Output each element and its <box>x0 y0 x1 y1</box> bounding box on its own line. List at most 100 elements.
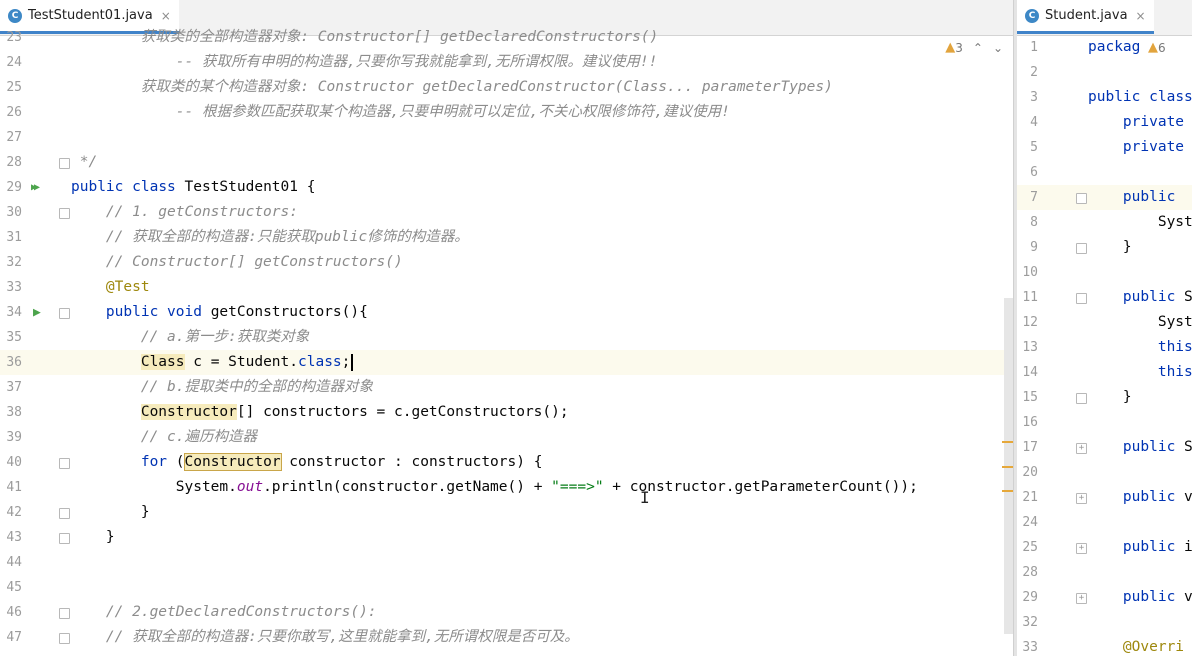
code-line[interactable]: 9 } <box>1017 235 1192 260</box>
error-stripe-mark[interactable] <box>1002 466 1013 468</box>
line-number[interactable]: 42 <box>0 500 22 525</box>
line-number[interactable]: 37 <box>0 375 22 400</box>
code-line[interactable]: 24 -- 获取所有申明的构造器,只要你写我就能拿到,无所谓权限。建议使用!! <box>0 50 1013 75</box>
code-line[interactable]: 2 <box>1017 60 1192 85</box>
code-line[interactable]: 28 */ <box>0 150 1013 175</box>
code-line[interactable]: 46 // 2.getDeclaredConstructors(): <box>0 600 1013 625</box>
code-line[interactable]: 14 this <box>1017 360 1192 385</box>
line-number[interactable]: 23 <box>0 25 22 50</box>
line-number[interactable]: 31 <box>0 225 22 250</box>
fold-marker-icon[interactable] <box>59 508 70 519</box>
line-number[interactable]: 34 <box>0 300 22 325</box>
line-number[interactable]: 33 <box>0 275 22 300</box>
fold-marker-icon[interactable] <box>59 633 70 644</box>
line-number[interactable]: 2 <box>1017 60 1038 85</box>
chevron-up-icon[interactable]: ⌃ <box>973 41 983 55</box>
line-number[interactable]: 26 <box>0 100 22 125</box>
code-line[interactable]: 28 <box>1017 560 1192 585</box>
line-number[interactable]: 36 <box>0 350 22 375</box>
code-line[interactable]: 4 private <box>1017 110 1192 135</box>
code-line[interactable]: 29 public class TestStudent01 {▶▶ <box>0 175 1013 200</box>
right-code-area[interactable]: 1 packag 2 3 public class 4 private 5 private 6… <box>1017 35 1192 656</box>
line-number[interactable]: 27 <box>0 125 22 150</box>
code-line[interactable]: 34 public void getConstructors(){▶ <box>0 300 1013 325</box>
line-number[interactable]: 38 <box>0 400 22 425</box>
code-line[interactable]: 40 for (Constructor constructor : constr… <box>0 450 1013 475</box>
fold-marker-icon[interactable] <box>59 458 70 469</box>
line-number[interactable]: 32 <box>1017 610 1038 635</box>
code-line[interactable]: 16 <box>1017 410 1192 435</box>
line-number[interactable]: 1 <box>1017 35 1038 60</box>
code-line[interactable]: 20 <box>1017 460 1192 485</box>
close-icon[interactable]: × <box>1136 9 1146 23</box>
warning-icon[interactable]: ▲ 6 <box>1148 40 1166 55</box>
code-line[interactable]: 13 this <box>1017 335 1192 360</box>
code-line[interactable]: 37 // b.提取类中的全部的构造器对象 <box>0 375 1013 400</box>
code-line[interactable]: 10 <box>1017 260 1192 285</box>
left-code-area[interactable]: 23 获取类的全部构造器对象: Constructor[] getDeclare… <box>0 29 1013 656</box>
line-number[interactable]: 28 <box>1017 560 1038 585</box>
fold-marker-icon[interactable] <box>1076 243 1087 254</box>
line-number[interactable]: 35 <box>0 325 22 350</box>
line-number[interactable]: 16 <box>1017 410 1038 435</box>
code-line[interactable]: 27 <box>0 125 1013 150</box>
line-number[interactable]: 9 <box>1017 235 1038 260</box>
fold-marker-icon[interactable] <box>1076 193 1087 204</box>
line-number[interactable]: 10 <box>1017 260 1038 285</box>
code-line[interactable]: 43 } <box>0 525 1013 550</box>
code-line[interactable]: 1 packag <box>1017 35 1192 60</box>
code-line[interactable]: 41 System.out.println(constructor.getNam… <box>0 475 1013 500</box>
line-number[interactable]: 29 <box>1017 585 1038 610</box>
code-line[interactable]: 12 Syst <box>1017 310 1192 335</box>
fold-marker-icon[interactable] <box>59 208 70 219</box>
line-number[interactable]: 3 <box>1017 85 1038 110</box>
code-line[interactable]: 36 Class c = Student.class; <box>0 350 1013 375</box>
line-number[interactable]: 7 <box>1017 185 1038 210</box>
code-line[interactable]: 30 // 1. getConstructors: <box>0 200 1013 225</box>
fold-marker-icon[interactable]: + <box>1076 493 1087 504</box>
code-line[interactable]: 35 // a.第一步:获取类对象 <box>0 325 1013 350</box>
run-all-icon[interactable]: ▶▶ <box>31 175 40 200</box>
code-line[interactable]: 25 public i + <box>1017 535 1192 560</box>
code-line[interactable]: 39 // c.遍历构造器 <box>0 425 1013 450</box>
line-number[interactable]: 21 <box>1017 485 1038 510</box>
line-number[interactable]: 6 <box>1017 160 1038 185</box>
line-number[interactable]: 13 <box>1017 335 1038 360</box>
line-number[interactable]: 43 <box>0 525 22 550</box>
code-line[interactable]: 32 // Constructor[] getConstructors() <box>0 250 1013 275</box>
line-number[interactable]: 29 <box>0 175 22 200</box>
close-icon[interactable]: × <box>161 9 171 23</box>
error-stripe-mark[interactable] <box>1002 441 1013 443</box>
line-number[interactable]: 39 <box>0 425 22 450</box>
line-number[interactable]: 25 <box>0 75 22 100</box>
line-number[interactable]: 46 <box>0 600 22 625</box>
line-number[interactable]: 44 <box>0 550 22 575</box>
fold-marker-icon[interactable] <box>59 608 70 619</box>
code-line[interactable]: 23 获取类的全部构造器对象: Constructor[] getDeclare… <box>0 25 1013 50</box>
line-number[interactable]: 40 <box>0 450 22 475</box>
code-line[interactable]: 45 <box>0 575 1013 600</box>
line-number[interactable]: 5 <box>1017 135 1038 160</box>
line-number[interactable]: 12 <box>1017 310 1038 335</box>
line-number[interactable]: 47 <box>0 625 22 650</box>
code-line[interactable]: 25 获取类的某个构造器对象: Constructor getDeclaredC… <box>0 75 1013 100</box>
line-number[interactable]: 8 <box>1017 210 1038 235</box>
chevron-down-icon[interactable]: ⌄ <box>993 41 1003 55</box>
code-line[interactable]: 15 } <box>1017 385 1192 410</box>
line-number[interactable]: 17 <box>1017 435 1038 460</box>
code-line[interactable]: 32 <box>1017 610 1192 635</box>
line-number[interactable]: 24 <box>1017 510 1038 535</box>
error-stripe-mark[interactable] <box>1002 490 1013 492</box>
line-number[interactable]: 24 <box>0 50 22 75</box>
code-line[interactable]: 5 private <box>1017 135 1192 160</box>
inspection-widget[interactable]: ▲ 3 ⌃ ⌄ <box>945 40 1003 55</box>
fold-marker-icon[interactable]: + <box>1076 543 1087 554</box>
line-number[interactable]: 41 <box>0 475 22 500</box>
line-number[interactable]: 4 <box>1017 110 1038 135</box>
code-line[interactable]: 8 Syst <box>1017 210 1192 235</box>
code-line[interactable]: 47 // 获取全部的构造器:只要你敢写,这里就能拿到,无所谓权限是否可及。 <box>0 625 1013 650</box>
fold-marker-icon[interactable] <box>1076 393 1087 404</box>
fold-marker-icon[interactable]: + <box>1076 443 1087 454</box>
code-line[interactable]: 7 public <box>1017 185 1192 210</box>
line-number[interactable]: 45 <box>0 575 22 600</box>
